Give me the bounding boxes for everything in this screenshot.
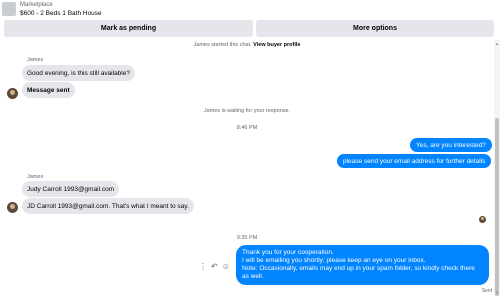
- outgoing-message[interactable]: Yes, are you interested?: [410, 138, 492, 152]
- waiting-notice: James is waiting for your response.: [203, 108, 291, 114]
- view-buyer-profile-link[interactable]: View buyer profile: [253, 42, 300, 48]
- message-status: Sent: [482, 288, 492, 294]
- buyer-avatar[interactable]: [7, 202, 18, 213]
- message-line: Note: Occasionally, emails may end up in…: [242, 265, 475, 280]
- listing-thumbnail: [2, 2, 16, 16]
- more-vertical-icon[interactable]: ⋮: [199, 263, 207, 271]
- sender-name: James: [27, 57, 44, 63]
- scroll-down-icon[interactable]: ▼: [495, 290, 499, 295]
- message-line: I will be emailing you shortly; please k…: [242, 257, 426, 264]
- incoming-message[interactable]: Judy Carroll 1993@gmail.com: [22, 181, 120, 197]
- outgoing-message[interactable]: Thank you for your cooperation. I will b…: [236, 245, 489, 285]
- chat-started-notice: James started this chat. View buyer prof…: [0, 42, 494, 48]
- outgoing-message[interactable]: please send your email address for furth…: [337, 154, 492, 168]
- message-actions: ⋮ ↶ ☺: [199, 263, 230, 271]
- seen-avatar: [479, 216, 486, 223]
- listing-title[interactable]: $600 - 2 Beds 1 Bath House: [20, 10, 102, 18]
- sender-name: James: [27, 174, 44, 180]
- mark-as-pending-button[interactable]: Mark as pending: [4, 20, 253, 37]
- marketplace-label: Marketplace: [20, 2, 53, 8]
- incoming-message[interactable]: JD Carroll 1993@gmail.com. That's what I…: [22, 198, 194, 214]
- more-options-button[interactable]: More options: [256, 20, 494, 37]
- reply-icon[interactable]: ↶: [211, 263, 218, 271]
- chat-started-text: James started this chat.: [193, 42, 252, 48]
- incoming-message[interactable]: Message sent: [22, 82, 75, 98]
- smiley-icon[interactable]: ☺: [222, 263, 230, 271]
- timestamp: 8:46 PM: [236, 125, 258, 131]
- status-text: Sent: [481, 288, 492, 294]
- timestamp: 9:35 PM: [236, 235, 258, 241]
- chat-scrollbar[interactable]: ▲ ▼: [494, 40, 500, 296]
- message-line: Thank you for your cooperation.: [242, 249, 334, 256]
- scroll-up-icon[interactable]: ▲: [495, 41, 499, 46]
- listing-header[interactable]: Marketplace $600 - 2 Beds 1 Bath House: [0, 0, 500, 18]
- scrollbar-thumb[interactable]: [495, 118, 499, 296]
- buyer-avatar[interactable]: [7, 88, 18, 99]
- incoming-message[interactable]: Good evening, is this still available?: [22, 65, 135, 81]
